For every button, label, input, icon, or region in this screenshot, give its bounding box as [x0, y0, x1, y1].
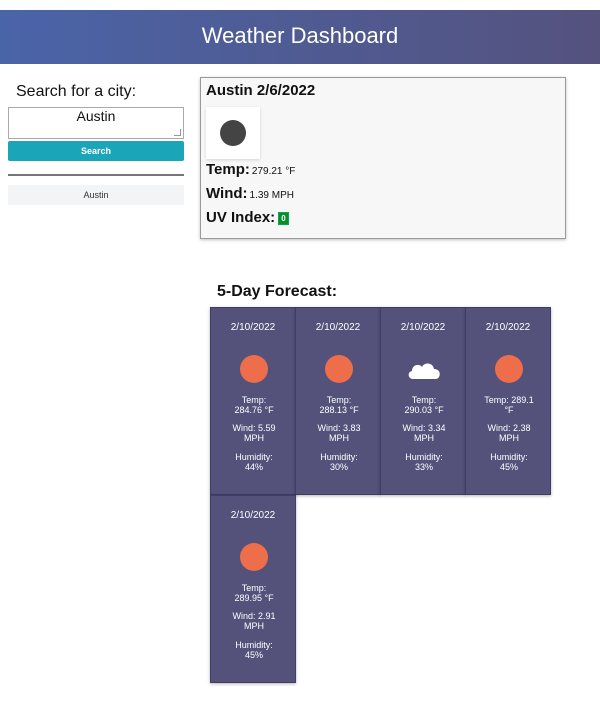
forecast-wind-label: Wind: 3.83	[317, 423, 361, 433]
history-item-austin[interactable]: Austin	[8, 185, 184, 205]
sidebar: Search for a city: Austin Search Austin	[8, 78, 184, 205]
forecast-date: 2/10/2022	[485, 322, 531, 333]
moon-icon	[220, 120, 246, 146]
forecast-card: 2/10/2022 Temp: 290.03 °F Wind: 3.34 MPH…	[380, 307, 466, 495]
current-weather-card: Austin 2/6/2022 Temp: 279.21 °F Wind: 1.39…	[200, 77, 566, 239]
forecast-humidity-value: 33%	[414, 462, 433, 472]
current-uv: UV Index: 0	[206, 209, 289, 226]
forecast-wind-unit: MPH	[414, 433, 434, 443]
wind-value: 1.39 MPH	[249, 190, 294, 201]
forecast-card: 2/10/2022 Temp: 284.76 °F Wind: 5.59 MPH…	[210, 307, 296, 495]
forecast-temp-value: °F	[504, 405, 514, 415]
forecast-wind-unit: MPH	[244, 621, 264, 631]
current-icon-box	[206, 107, 260, 159]
forecast-temp-label: Temp:	[326, 395, 352, 405]
forecast-humidity-value: 45%	[244, 650, 263, 660]
sun-icon	[325, 355, 353, 383]
temp-value: 279.21 °F	[251, 166, 296, 177]
forecast-wind-unit: MPH	[499, 433, 519, 443]
cloud-icon	[408, 363, 440, 379]
divider	[8, 174, 184, 176]
forecast-card: 2/10/2022 Temp: 288.13 °F Wind: 3.83 MPH…	[295, 307, 381, 495]
forecast-temp-value: 290.03 °F	[404, 405, 444, 415]
search-input[interactable]: Austin	[8, 107, 184, 139]
forecast-temp-label: Temp:	[411, 395, 437, 405]
forecast-temp-value: 289.95 °F	[234, 593, 274, 603]
uv-badge: 0	[278, 211, 289, 225]
forecast-wind-unit: MPH	[244, 433, 264, 443]
forecast-temp-label: Temp:	[241, 395, 267, 405]
current-wind: Wind: 1.39 MPH	[206, 185, 294, 202]
forecast-humidity-label: Humidity:	[235, 452, 273, 462]
forecast-wind-label: Wind: 2.38	[487, 423, 531, 433]
forecast-temp-value: 284.76 °F	[234, 405, 274, 415]
forecast-temp-label: Temp: 289.1	[484, 395, 534, 405]
forecast-wind-label: Wind: 5.59	[232, 423, 276, 433]
forecast-title: 5-Day Forecast:	[217, 283, 338, 300]
sun-icon	[495, 355, 523, 383]
forecast-humidity-label: Humidity:	[235, 640, 273, 650]
forecast-date: 2/10/2022	[315, 322, 361, 333]
sun-icon	[240, 355, 268, 383]
forecast-date: 2/10/2022	[400, 322, 446, 333]
search-label: Search for a city:	[16, 83, 137, 100]
forecast-humidity-label: Humidity:	[320, 452, 358, 462]
forecast-humidity-label: Humidity:	[490, 452, 528, 462]
forecast-temp-label: Temp:	[241, 583, 267, 593]
forecast-wind-label: Wind: 3.34	[402, 423, 446, 433]
uv-label: UV Index:	[206, 209, 276, 226]
forecast-wind-label: Wind: 2.91	[232, 611, 276, 621]
forecast-card: 2/10/2022 Temp: 289.1 °F Wind: 2.38 MPH …	[465, 307, 551, 495]
page-title: Weather Dashboard	[201, 23, 399, 48]
forecast-temp-value: 288.13 °F	[319, 405, 359, 415]
current-temp: Temp: 279.21 °F	[206, 161, 295, 178]
current-city-date: Austin 2/6/2022	[206, 82, 316, 99]
forecast-card: 2/10/2022 Temp: 289.95 °F Wind: 2.91 MPH…	[210, 495, 296, 683]
forecast-date: 2/10/2022	[230, 510, 276, 521]
forecast-wind-unit: MPH	[329, 433, 349, 443]
search-button[interactable]: Search	[8, 141, 184, 161]
temp-label: Temp:	[206, 161, 250, 178]
sun-icon	[240, 543, 268, 571]
page-header: Weather Dashboard	[0, 10, 600, 64]
forecast-humidity-value: 45%	[499, 462, 518, 472]
forecast-humidity-value: 44%	[244, 462, 263, 472]
forecast-humidity-value: 30%	[329, 462, 348, 472]
forecast-date: 2/10/2022	[230, 322, 276, 333]
search-input-value: Austin	[76, 108, 116, 124]
forecast-humidity-label: Humidity:	[405, 452, 443, 462]
resize-handle-icon[interactable]	[174, 129, 181, 136]
wind-label: Wind:	[206, 185, 248, 202]
